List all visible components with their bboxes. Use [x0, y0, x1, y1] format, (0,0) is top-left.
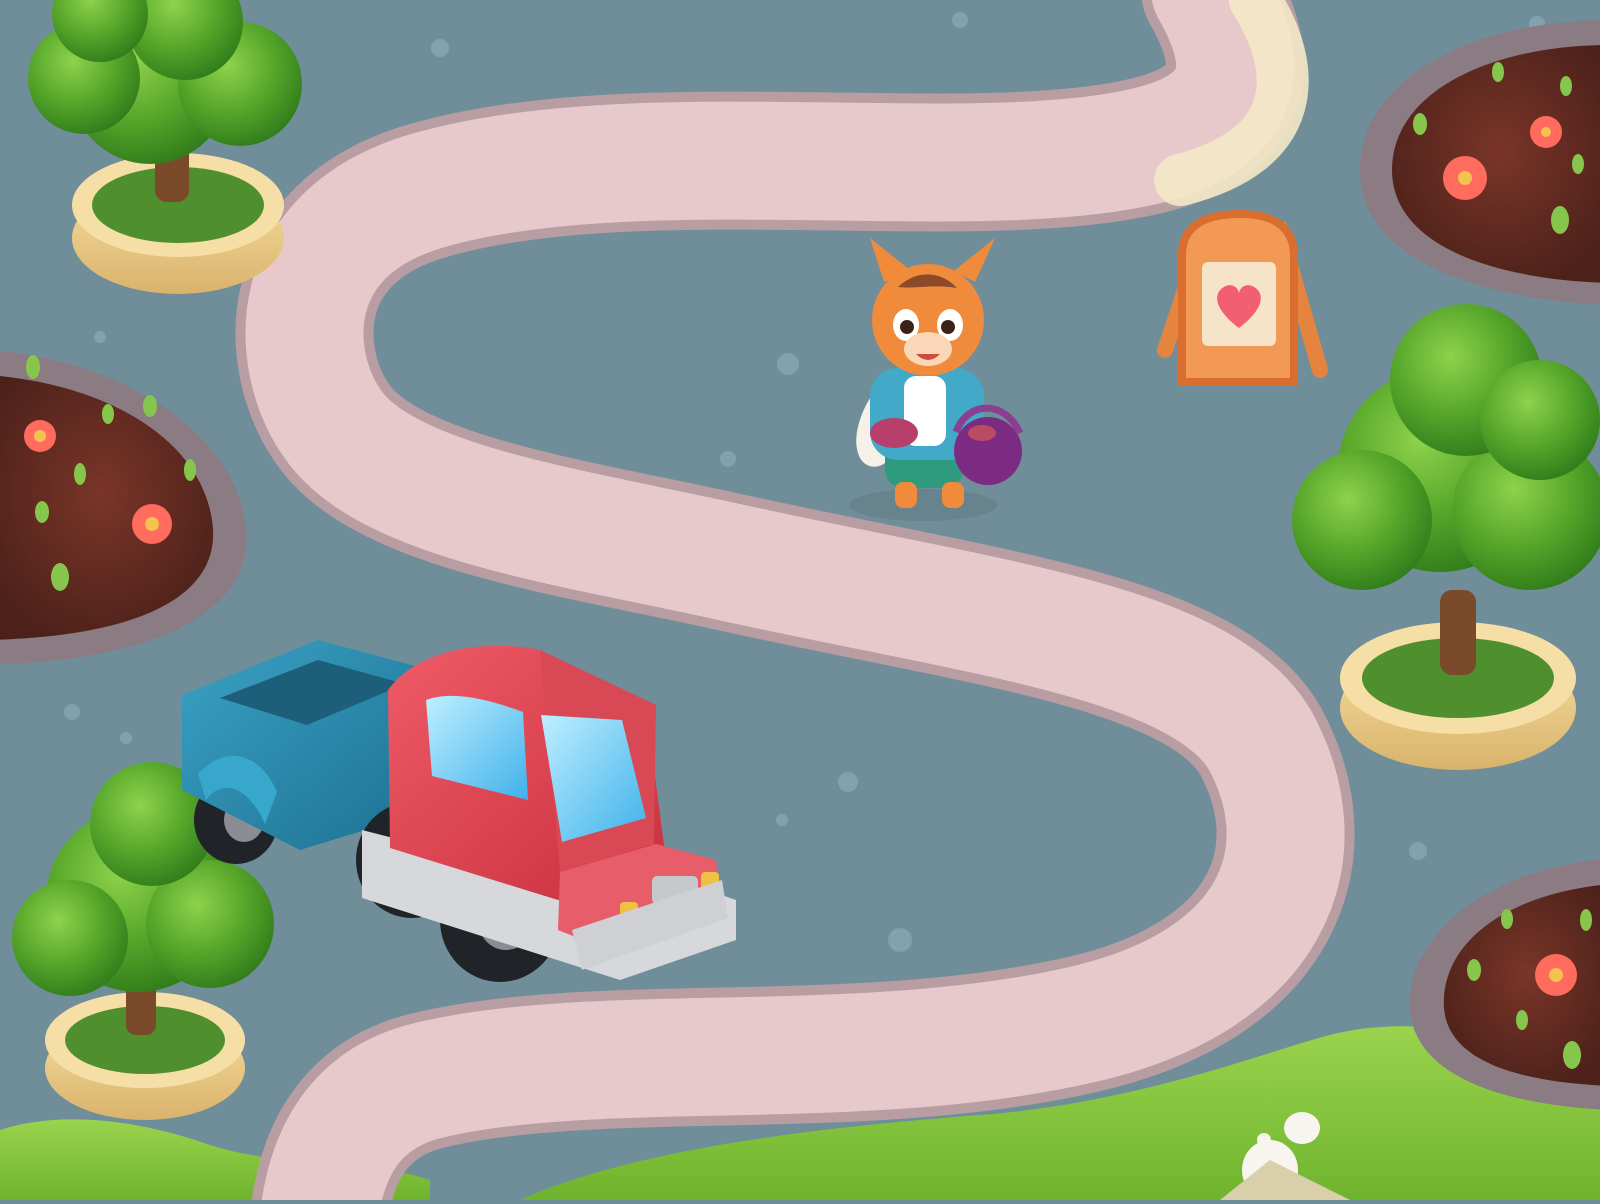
- map-svg: [0, 0, 1600, 1204]
- flower-icon: [1443, 156, 1487, 200]
- flower-icon: [1535, 954, 1577, 996]
- flower-icon: [1530, 116, 1562, 148]
- game-map: [0, 0, 1600, 1204]
- flower-icon: [24, 420, 56, 452]
- flower-icon: [132, 504, 172, 544]
